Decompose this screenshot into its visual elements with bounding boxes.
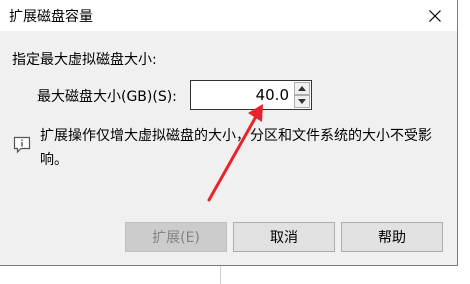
section-label: 指定最大虚拟磁盘大小: <box>12 52 157 68</box>
max-size-label: 最大磁盘大小(GB)(S): <box>37 89 177 105</box>
close-icon <box>429 9 441 22</box>
info-comment-icon <box>13 136 31 158</box>
expand-button[interactable]: 扩展(E) <box>125 222 227 252</box>
chevron-down-icon <box>298 99 306 104</box>
spin-up-button[interactable] <box>294 82 310 95</box>
title-bar: 扩展磁盘容量 <box>0 0 457 31</box>
dialog-title: 扩展磁盘容量 <box>9 9 93 25</box>
spin-down-button[interactable] <box>294 95 310 108</box>
cancel-button[interactable]: 取消 <box>233 222 335 252</box>
max-size-input[interactable] <box>191 81 293 109</box>
background-divider <box>220 266 221 284</box>
close-button[interactable] <box>413 0 457 31</box>
info-message: 扩展操作仅增大虚拟磁盘的大小，分区和文件系统的大小不受影响。 <box>40 128 432 168</box>
chevron-up-icon <box>298 86 306 91</box>
max-size-spinbox <box>190 80 312 110</box>
expand-disk-dialog: 扩展磁盘容量 指定最大虚拟磁盘大小: 最大磁盘大小(GB)(S): 扩展操作仅增 <box>0 0 458 266</box>
help-button[interactable]: 帮助 <box>341 222 443 252</box>
